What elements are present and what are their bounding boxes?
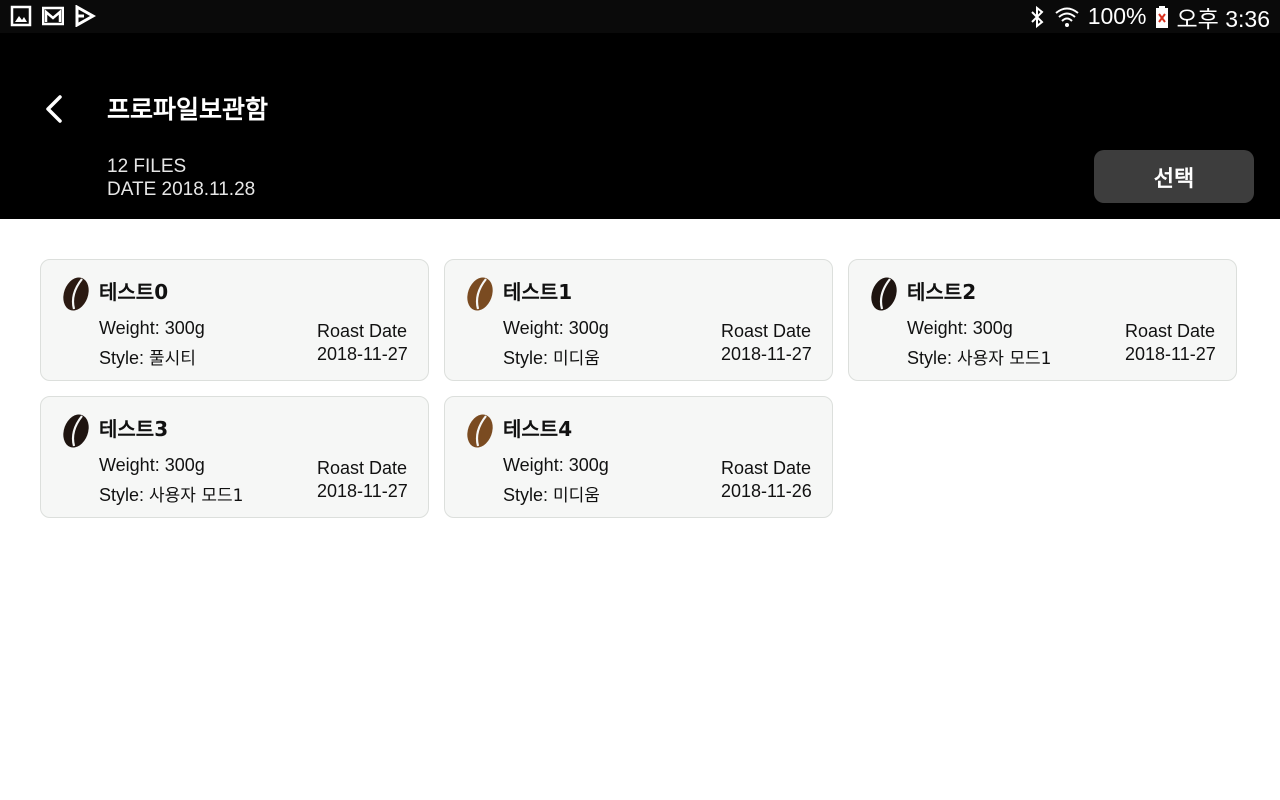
profile-weight: Weight: 300g — [907, 318, 1013, 338]
profile-name: 테스트1 — [503, 280, 573, 304]
style-value: 미디움 — [553, 349, 600, 369]
profile-card-0[interactable]: 테스트0 Weight: 300g Style: 풀시티 Roast Date … — [40, 259, 429, 381]
battery-icon — [1155, 5, 1168, 28]
roast-date-value: 2018-11-26 — [721, 481, 812, 501]
profile-card-3[interactable]: 테스트3 Weight: 300g Style: 사용자 모드1 Roast D… — [40, 396, 429, 518]
notification-icons — [10, 5, 96, 27]
profile-style: Style: 사용자 모드1 — [907, 344, 1051, 369]
roast-date-value: 2018-11-27 — [317, 344, 408, 364]
roast-date-label: Roast Date — [317, 321, 408, 341]
coffee-bean-icon — [871, 277, 897, 311]
coffee-bean-icon — [63, 414, 89, 448]
profile-style: Style: 미디움 — [503, 481, 600, 506]
profile-style: Style: 풀시티 — [99, 344, 196, 369]
roast-date-label: Roast Date — [721, 321, 812, 341]
coffee-bean-icon — [467, 277, 493, 311]
style-value: 사용자 모드1 — [957, 349, 1052, 369]
files-date: DATE 2018.11.28 — [107, 179, 256, 200]
roast-date-label: Roast Date — [317, 458, 408, 478]
roast-date-value: 2018-11-27 — [1125, 344, 1216, 364]
profile-style: Style: 미디움 — [503, 344, 600, 369]
profile-style: Style: 사용자 모드1 — [99, 481, 243, 506]
style-label: Style: — [99, 348, 150, 368]
files-count: 12 FILES — [107, 156, 187, 177]
battery-percent: 100% — [1087, 3, 1147, 29]
profile-weight: Weight: 300g — [503, 455, 609, 475]
style-value: 사용자 모드1 — [149, 486, 244, 506]
wifi-icon — [1055, 7, 1079, 27]
clock: 오후 3:36 — [1176, 5, 1270, 32]
select-button[interactable]: 선택 — [1094, 150, 1254, 203]
style-label: Style: — [907, 348, 958, 368]
profile-weight: Weight: 300g — [99, 318, 205, 338]
style-label: Style: — [503, 485, 554, 505]
profile-grid: 테스트0 Weight: 300g Style: 풀시티 Roast Date … — [40, 259, 1240, 521]
profile-card-2[interactable]: 테스트2 Weight: 300g Style: 사용자 모드1 Roast D… — [848, 259, 1237, 381]
profile-name: 테스트0 — [99, 280, 169, 304]
roast-date-value: 2018-11-27 — [317, 481, 408, 501]
roast-date-value: 2018-11-27 — [721, 344, 812, 364]
bluetooth-icon — [1030, 5, 1044, 28]
style-label: Style: — [99, 485, 150, 505]
profile-weight: Weight: 300g — [503, 318, 609, 338]
style-label: Style: — [503, 348, 554, 368]
profile-card-4[interactable]: 테스트4 Weight: 300g Style: 미디움 Roast Date … — [444, 396, 833, 518]
play-store-icon — [75, 5, 96, 27]
profile-name: 테스트2 — [907, 280, 977, 304]
roast-date-label: Roast Date — [721, 458, 812, 478]
profile-card-1[interactable]: 테스트1 Weight: 300g Style: 미디움 Roast Date … — [444, 259, 833, 381]
system-indicators: 100% 오후 3:36 — [1028, 0, 1270, 33]
app-header: 프로파일보관함 12 FILES DATE 2018.11.28 선택 — [0, 33, 1280, 219]
gallery-icon — [10, 5, 32, 27]
back-arrow-icon[interactable] — [38, 93, 70, 125]
roast-date-label: Roast Date — [1125, 321, 1216, 341]
page-title: 프로파일보관함 — [107, 95, 269, 124]
style-value: 미디움 — [553, 486, 600, 506]
profile-name: 테스트3 — [99, 417, 169, 441]
mail-icon — [42, 6, 64, 26]
profile-weight: Weight: 300g — [99, 455, 205, 475]
profile-name: 테스트4 — [503, 417, 573, 441]
style-value: 풀시티 — [149, 349, 196, 369]
coffee-bean-icon — [467, 414, 493, 448]
coffee-bean-icon — [63, 277, 89, 311]
status-bar: 100% 오후 3:36 — [0, 0, 1280, 33]
